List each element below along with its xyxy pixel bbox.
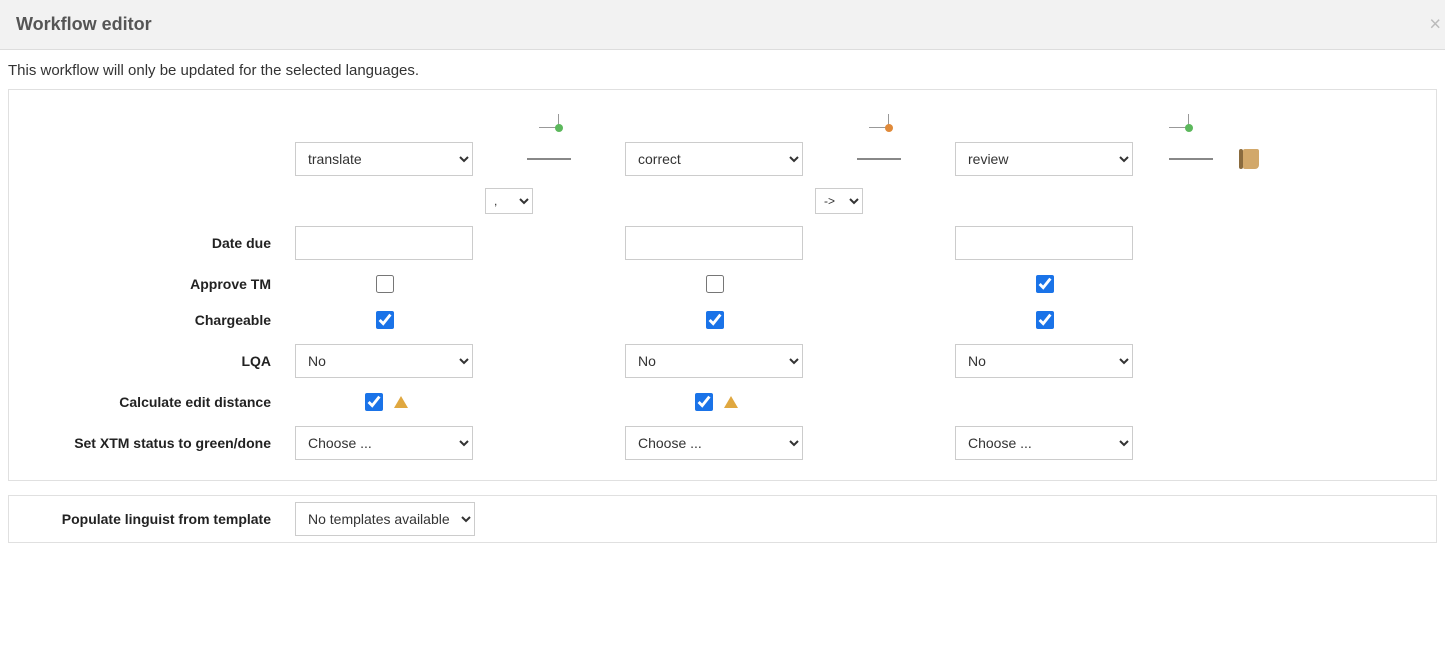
dialog-header: Workflow editor × <box>0 0 1445 50</box>
warning-icon <box>724 396 738 408</box>
label-calc-edit: Calculate edit distance <box>9 386 289 418</box>
lqa-select-2[interactable]: No <box>625 344 803 378</box>
chargeable-checkbox-2[interactable] <box>706 311 724 329</box>
step-select-review[interactable]: review <box>955 142 1133 176</box>
label-date-due: Date due <box>9 227 289 259</box>
label-lqa: LQA <box>9 345 289 377</box>
set-status-select-3[interactable]: Choose ... <box>955 426 1133 460</box>
date-due-input-2[interactable] <box>625 226 803 260</box>
calc-edit-checkbox-2[interactable] <box>695 393 713 411</box>
chargeable-checkbox-3[interactable] <box>1036 311 1054 329</box>
dialog-subhead: This workflow will only be updated for t… <box>0 50 1445 89</box>
chargeable-checkbox-1[interactable] <box>376 311 394 329</box>
step-select-correct[interactable]: correct <box>625 142 803 176</box>
set-status-select-1[interactable]: Choose ... <box>295 426 473 460</box>
populate-linguist-panel: Populate linguist from template No templ… <box>8 495 1437 543</box>
approve-tm-checkbox-2[interactable] <box>706 275 724 293</box>
workflow-grid-panel: translate correct review , -> Date due <box>8 89 1437 481</box>
label-chargeable: Chargeable <box>9 304 289 336</box>
connector-select-1[interactable]: , <box>485 188 533 214</box>
label-set-status: Set XTM status to green/done <box>9 427 289 459</box>
label-approve-tm: Approve TM <box>9 268 289 300</box>
date-due-input-1[interactable] <box>295 226 473 260</box>
populate-template-select[interactable]: No templates available <box>295 502 475 536</box>
calc-edit-checkbox-1[interactable] <box>365 393 383 411</box>
label-populate: Populate linguist from template <box>9 503 289 535</box>
status-indicator[interactable] <box>1169 114 1189 128</box>
finish-flag-icon[interactable] <box>1243 149 1259 169</box>
connector-line-icon <box>857 158 901 160</box>
lqa-select-1[interactable]: No <box>295 344 473 378</box>
warning-icon <box>394 396 408 408</box>
dialog-title: Workflow editor <box>16 14 1429 35</box>
date-due-input-3[interactable] <box>955 226 1133 260</box>
lqa-select-3[interactable]: No <box>955 344 1133 378</box>
status-indicator[interactable] <box>479 104 619 136</box>
approve-tm-checkbox-1[interactable] <box>376 275 394 293</box>
connector-line-icon <box>527 158 571 160</box>
status-indicator[interactable] <box>809 104 949 136</box>
set-status-select-2[interactable]: Choose ... <box>625 426 803 460</box>
connector-line-icon <box>1169 158 1213 160</box>
connector-select-2[interactable]: -> <box>815 188 863 214</box>
step-select-translate[interactable]: translate <box>295 142 473 176</box>
approve-tm-checkbox-3[interactable] <box>1036 275 1054 293</box>
close-icon[interactable]: × <box>1429 13 1441 36</box>
